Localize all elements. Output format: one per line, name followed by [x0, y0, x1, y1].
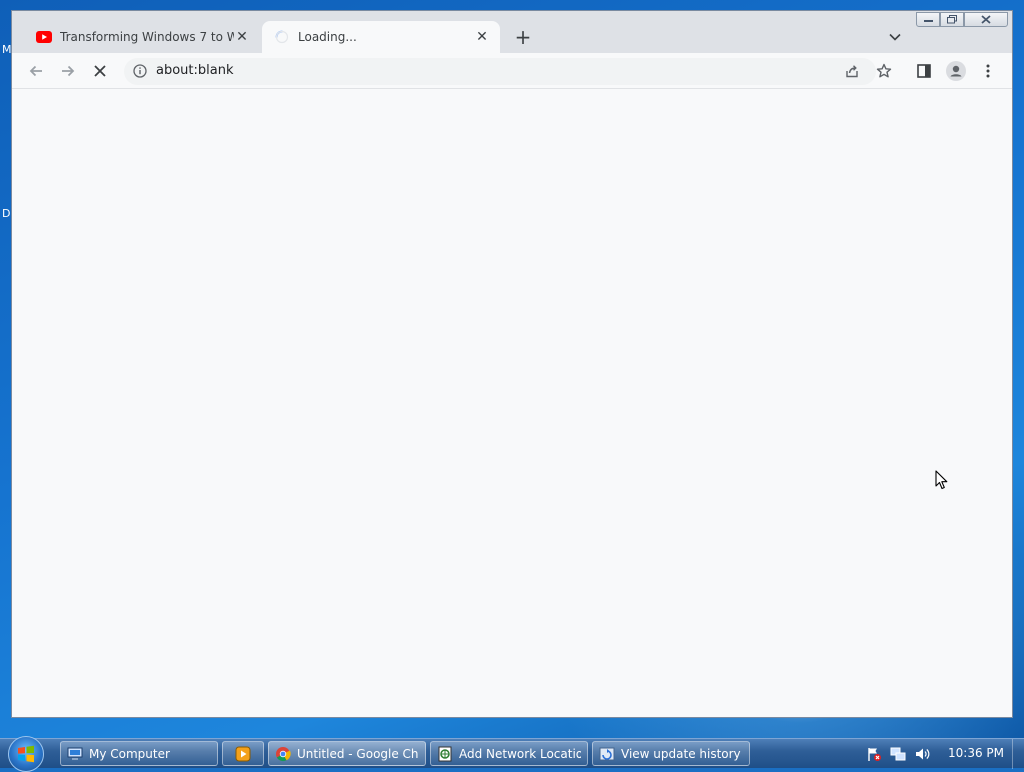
tab-title: Transforming Windows 7 to Windows 11: [60, 30, 234, 44]
tab-loading[interactable]: Loading... ✕: [262, 21, 500, 53]
close-tab-icon[interactable]: ✕: [234, 29, 250, 45]
tab-search-chevron-icon[interactable]: [886, 28, 904, 46]
side-panel-icon[interactable]: [914, 61, 934, 81]
taskbar-item-my-computer[interactable]: My Computer: [60, 741, 218, 766]
action-center-flag-icon[interactable]: [866, 746, 882, 762]
tab-strip: Transforming Windows 7 to Windows 11 ✕ L…: [12, 11, 1012, 53]
start-button[interactable]: [8, 736, 44, 772]
network-icon[interactable]: [890, 746, 906, 762]
forward-arrow-icon[interactable]: [58, 61, 78, 81]
more-menu-icon[interactable]: [978, 61, 998, 81]
youtube-icon: [36, 29, 52, 45]
windows-taskbar: My Computer Untitled - Google Ch... Add …: [0, 736, 1024, 772]
taskbar-item-chrome[interactable]: Untitled - Google Ch...: [268, 741, 426, 766]
taskbar-item-media-player[interactable]: [222, 741, 264, 766]
computer-icon: [67, 746, 83, 762]
page-content-blank[interactable]: [12, 89, 1012, 717]
loading-spinner-icon: [274, 29, 290, 45]
stop-loading-icon[interactable]: [90, 61, 110, 81]
profile-avatar-icon[interactable]: [946, 61, 966, 81]
mouse-cursor-icon: [935, 470, 949, 493]
desktop-icon-label-fragment[interactable]: D: [2, 207, 10, 220]
window-close-button[interactable]: [964, 12, 1008, 27]
info-icon[interactable]: [132, 63, 148, 79]
volume-icon[interactable]: [914, 746, 930, 762]
url-text[interactable]: about:blank: [156, 63, 234, 78]
bookmark-star-icon[interactable]: [874, 61, 894, 81]
show-desktop-button[interactable]: [1012, 739, 1024, 769]
media-player-icon: [235, 746, 251, 762]
windows-update-icon: [599, 746, 615, 762]
taskbar-clock[interactable]: 10:36 PM: [948, 746, 1004, 760]
taskbar-item-view-update-history[interactable]: View update history: [592, 741, 750, 766]
browser-toolbar: about:blank: [12, 53, 1012, 89]
chrome-browser-window: Transforming Windows 7 to Windows 11 ✕ L…: [11, 10, 1013, 718]
close-tab-icon[interactable]: ✕: [474, 29, 490, 45]
network-location-icon: [437, 746, 453, 762]
window-restore-button[interactable]: [940, 12, 964, 27]
taskbar-item-add-network-location[interactable]: Add Network Location: [430, 741, 588, 766]
share-icon[interactable]: [844, 63, 860, 79]
tab-title: Loading...: [298, 30, 357, 44]
windows-logo-icon: [18, 745, 34, 763]
tab-youtube[interactable]: Transforming Windows 7 to Windows 11 ✕: [24, 21, 260, 53]
new-tab-button[interactable]: +: [512, 25, 534, 49]
back-arrow-icon[interactable]: [26, 61, 46, 81]
chrome-icon: [275, 746, 291, 762]
window-minimize-button[interactable]: [916, 12, 940, 27]
address-bar[interactable]: about:blank: [124, 58, 876, 85]
